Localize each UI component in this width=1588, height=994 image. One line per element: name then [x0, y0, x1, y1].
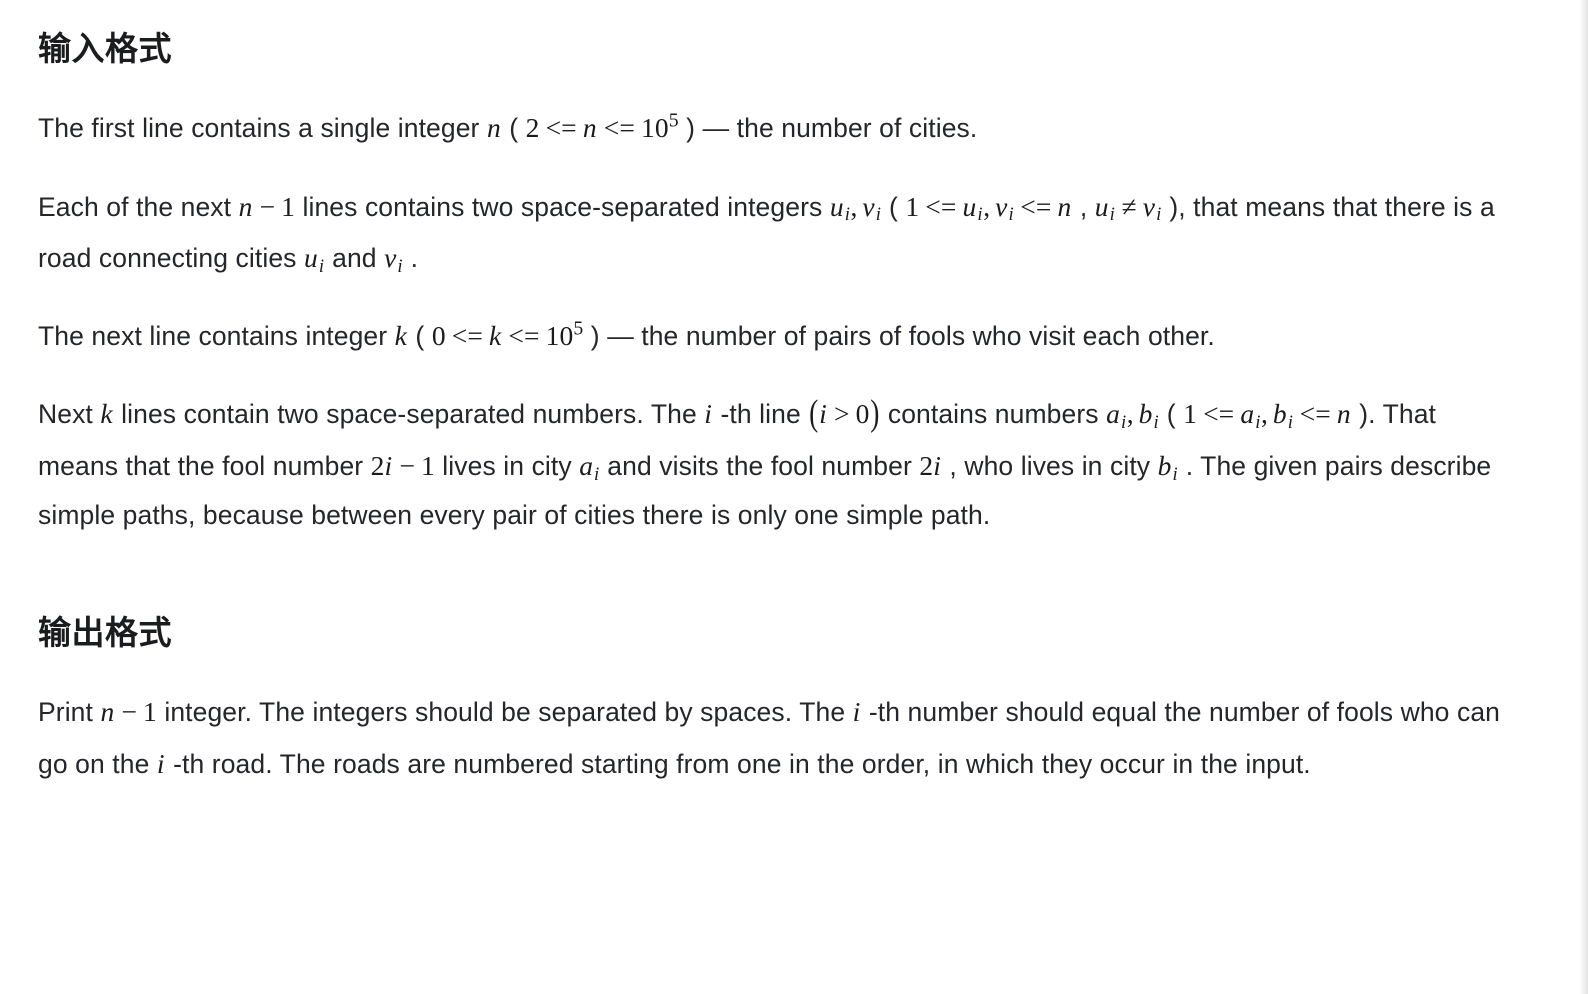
- text-run: lives in city: [434, 450, 580, 481]
- text-run: integer. The integers should be separate…: [156, 697, 853, 728]
- text-run: Print: [38, 697, 101, 728]
- text-run: lines contain two space-separated number…: [113, 399, 705, 430]
- text-run: Next: [38, 399, 101, 430]
- em-dash: —: [702, 113, 730, 144]
- output-format-heading: 输出格式: [38, 614, 172, 652]
- math-2i-minus-1: 2i −1: [370, 449, 435, 481]
- math-vi: vi: [384, 241, 403, 277]
- text-run: ): [678, 113, 703, 144]
- output-format-paragraph-1: Print n −1 integer. The integers should b…: [38, 686, 1502, 789]
- math-k: k: [394, 320, 407, 352]
- input-format-paragraph-4: Next k lines contain two space-separated…: [38, 388, 1502, 540]
- math-i: i: [704, 398, 713, 430]
- text-run: (: [881, 191, 906, 222]
- math-ui-vi: ui, vi: [829, 190, 882, 226]
- text-run: -th line: [713, 399, 809, 430]
- math-n-minus-1: n −1: [100, 696, 157, 728]
- input-format-heading: 输入格式: [38, 30, 172, 67]
- em-dash: —: [607, 321, 634, 352]
- text-run: (: [1159, 399, 1184, 430]
- math-k: k: [100, 398, 113, 430]
- text-run: The first line contains a single integer: [38, 113, 487, 144]
- text-run: (: [501, 113, 526, 144]
- problem-statement-page: 输入格式 The first line contains a single in…: [0, 0, 1588, 994]
- text-run: the number of pairs of fools who visit e…: [633, 321, 1215, 352]
- math-i-gt-0: (i >0): [809, 391, 880, 434]
- text-run: and: [324, 242, 385, 273]
- statement-content: 输入格式 The first line contains a single in…: [0, 0, 1588, 789]
- math-n-minus-1: n −1: [238, 190, 296, 222]
- math-range-n: 2 <= n <= 105: [525, 109, 679, 144]
- math-range-ui-vi: 1 <= ui, vi <= n: [905, 190, 1072, 226]
- text-run: ): [583, 321, 608, 352]
- text-run: and visits the fool number: [599, 450, 920, 481]
- math-2i: 2i: [919, 449, 941, 481]
- text-run: contains numbers: [880, 399, 1107, 430]
- math-i: i: [156, 747, 165, 779]
- input-format-paragraph-2: Each of the next n −1 lines contains two …: [38, 181, 1502, 284]
- input-format-paragraph-1: The first line contains a single integer…: [38, 102, 1502, 153]
- math-n: n: [486, 112, 501, 144]
- text-run: the number of cities.: [729, 113, 978, 144]
- math-range-k: 0 <= k <= 105: [431, 317, 584, 352]
- text-run: lines contains two space-separated integ…: [295, 191, 830, 222]
- text-run: The next line contains integer: [38, 321, 395, 352]
- text-run: .: [403, 242, 419, 273]
- text-run: ,: [1072, 191, 1095, 222]
- input-format-paragraph-3: The next line contains integer k ( 0 <= k <…: [38, 310, 1502, 361]
- text-run: (: [407, 321, 432, 352]
- math-ai: ai: [579, 449, 600, 485]
- math-ai-bi: ai, bi: [1106, 398, 1159, 434]
- text-run: -th road. The roads are numbered startin…: [165, 748, 1311, 779]
- math-bi: bi: [1157, 449, 1178, 485]
- math-ui-neq-vi: ui ≠ vi: [1094, 190, 1162, 226]
- math-range-ai-bi: 1 <= ai, bi <= n: [1183, 398, 1351, 434]
- text-run: Each of the next: [38, 191, 239, 222]
- text-run: , who lives in city: [941, 450, 1158, 481]
- math-ui: ui: [303, 241, 325, 277]
